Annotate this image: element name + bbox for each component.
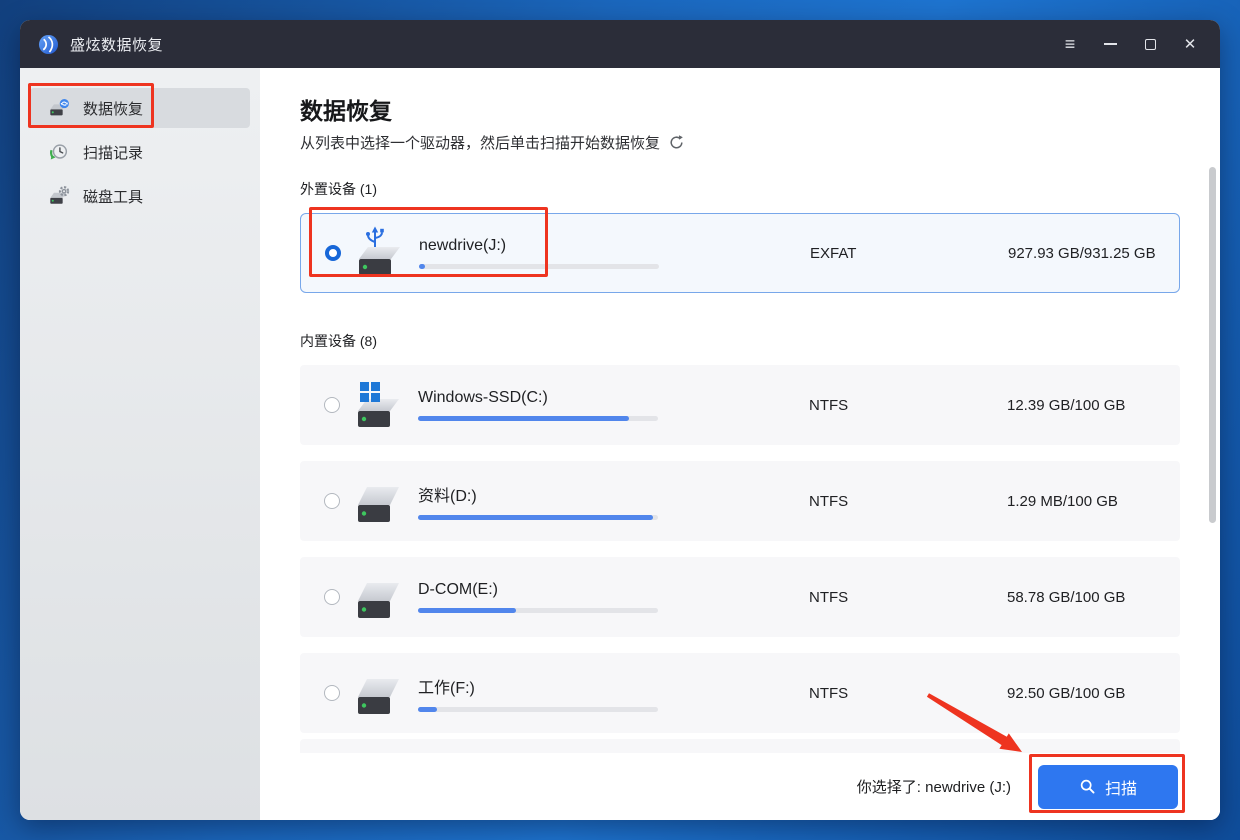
- usage-bar: [418, 515, 658, 520]
- device-info: 工作(F:): [418, 674, 809, 712]
- drive-icon: [353, 225, 405, 281]
- sidebar: 数据恢复 扫描记录: [20, 68, 260, 820]
- device-row[interactable]: 资料(D:) NTFS 1.29 MB/100 GB: [300, 461, 1180, 541]
- sidebar-item-data-recovery[interactable]: 数据恢复: [30, 88, 250, 128]
- sidebar-item-label: 扫描记录: [83, 142, 143, 163]
- drive-icon: [352, 569, 404, 625]
- filesystem-label: NTFS: [809, 493, 929, 510]
- capacity-label: 92.50 GB/100 GB: [1007, 685, 1180, 702]
- usage-bar: [418, 707, 658, 712]
- device-row[interactable]: Windows-SSD(C:) NTFS 12.39 GB/100 GB: [300, 365, 1180, 445]
- desktop-background: 盛炫数据恢复 ≡ ✕: [0, 0, 1240, 840]
- usage-bar-fill: [418, 707, 437, 712]
- usage-bar: [418, 608, 658, 613]
- maximize-icon[interactable]: [1136, 30, 1164, 58]
- window-controls: ≡ ✕: [1044, 30, 1204, 58]
- page-subtitle: 从列表中选择一个驱动器，然后单击扫描开始数据恢复: [300, 132, 660, 153]
- refresh-icon[interactable]: [668, 134, 685, 151]
- device-info: newdrive(J:): [419, 237, 810, 269]
- section-label-internal: 内置设备 (8): [300, 331, 1220, 351]
- device-name: D-COM(E:): [418, 581, 809, 599]
- device-info: D-COM(E:): [418, 581, 809, 613]
- window-body: 数据恢复 扫描记录: [20, 68, 1220, 820]
- footer-bar: 你选择了: newdrive (J:) 扫描: [260, 753, 1220, 820]
- sidebar-item-scan-history[interactable]: 扫描记录: [30, 132, 250, 172]
- device-name: 资料(D:): [418, 482, 809, 506]
- usage-bar: [419, 264, 659, 269]
- capacity-label: 1.29 MB/100 GB: [1007, 493, 1180, 510]
- device-radio[interactable]: [324, 397, 340, 413]
- device-info: Windows-SSD(C:): [418, 389, 809, 421]
- titlebar: 盛炫数据恢复 ≡ ✕: [20, 20, 1220, 68]
- device-row[interactable]: 工作(F:) NTFS 92.50 GB/100 GB: [300, 653, 1180, 733]
- scan-button-label: 扫描: [1105, 775, 1137, 799]
- drive-icon: [352, 377, 404, 433]
- device-info: 资料(D:): [418, 482, 809, 520]
- device-radio[interactable]: [324, 493, 340, 509]
- device-row-partial: [300, 739, 1180, 753]
- drive-icon: [352, 665, 404, 721]
- drive-refresh-icon: [48, 97, 70, 119]
- app-window: 盛炫数据恢复 ≡ ✕: [20, 20, 1220, 820]
- capacity-label: 12.39 GB/100 GB: [1007, 397, 1180, 414]
- scan-button[interactable]: 扫描: [1038, 765, 1178, 809]
- usage-bar-fill: [419, 264, 425, 269]
- capacity-label: 927.93 GB/931.25 GB: [1008, 245, 1179, 262]
- app-logo-icon: [38, 34, 59, 55]
- clock-history-icon: [48, 141, 70, 163]
- drive-icon: [352, 473, 404, 529]
- usage-bar-fill: [418, 515, 653, 520]
- selection-text: 你选择了: newdrive (J:): [857, 776, 1011, 797]
- search-icon: [1079, 778, 1096, 795]
- main-content: 数据恢复 从列表中选择一个驱动器，然后单击扫描开始数据恢复 外置设备 (1): [260, 68, 1220, 820]
- section-label-external: 外置设备 (1): [300, 179, 1220, 199]
- sidebar-item-disk-tools[interactable]: 磁盘工具: [30, 176, 250, 216]
- filesystem-label: NTFS: [809, 685, 929, 702]
- external-device-list: newdrive(J:) EXFAT 927.93 GB/931.25 GB: [300, 213, 1180, 293]
- device-name: 工作(F:): [418, 674, 809, 698]
- app-title: 盛炫数据恢复: [70, 34, 163, 55]
- filesystem-label: NTFS: [809, 397, 929, 414]
- minimize-icon[interactable]: [1096, 30, 1124, 58]
- filesystem-label: NTFS: [809, 589, 929, 606]
- device-radio[interactable]: [324, 589, 340, 605]
- close-icon[interactable]: ✕: [1176, 30, 1204, 58]
- device-radio[interactable]: [325, 245, 341, 261]
- usage-bar-fill: [418, 416, 629, 421]
- usage-bar-fill: [418, 608, 516, 613]
- drive-gear-icon: [48, 185, 70, 207]
- usage-bar: [418, 416, 658, 421]
- capacity-label: 58.78 GB/100 GB: [1007, 589, 1180, 606]
- sidebar-item-label: 磁盘工具: [83, 186, 143, 207]
- internal-device-list: Windows-SSD(C:) NTFS 12.39 GB/100 GB 资料(…: [300, 365, 1180, 733]
- device-radio[interactable]: [324, 685, 340, 701]
- device-row[interactable]: newdrive(J:) EXFAT 927.93 GB/931.25 GB: [300, 213, 1180, 293]
- filesystem-label: EXFAT: [810, 245, 930, 262]
- menu-icon[interactable]: ≡: [1056, 30, 1084, 58]
- device-row[interactable]: D-COM(E:) NTFS 58.78 GB/100 GB: [300, 557, 1180, 637]
- device-name: Windows-SSD(C:): [418, 389, 809, 407]
- page-title: 数据恢复: [300, 92, 1220, 126]
- sidebar-item-label: 数据恢复: [83, 98, 143, 119]
- scrollbar-thumb[interactable]: [1209, 167, 1216, 523]
- device-name: newdrive(J:): [419, 237, 810, 255]
